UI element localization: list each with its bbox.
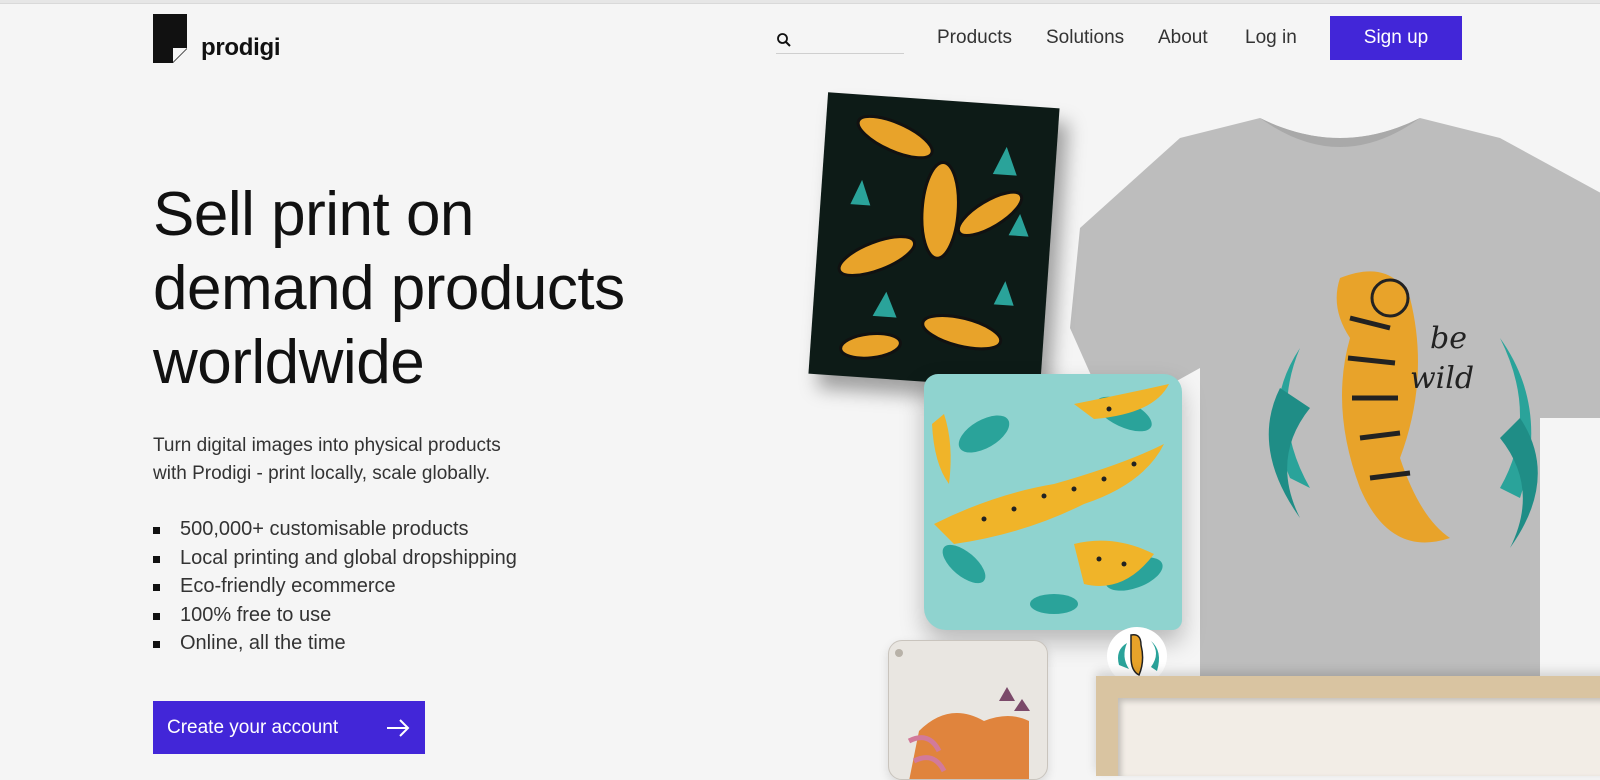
search-box[interactable] xyxy=(776,26,904,54)
create-account-button[interactable]: Create your account xyxy=(153,701,425,754)
prodigi-logo-mark-icon xyxy=(153,14,187,63)
hero-subtitle-line: with Prodigi - print locally, scale glob… xyxy=(153,463,491,484)
feature-item: 100% free to use xyxy=(153,601,517,630)
hero-title-line: Sell print on xyxy=(153,180,474,249)
brand-name: prodigi xyxy=(201,34,281,61)
feature-item: Eco-friendly ecommerce xyxy=(153,572,517,601)
poster-product-image xyxy=(808,92,1060,390)
hero-subtitle-line: Turn digital images into physical produc… xyxy=(153,435,501,456)
hero-title: Sell print on demand products worldwide xyxy=(153,178,713,400)
feature-item: Online, all the time xyxy=(153,629,517,658)
hero-subtitle: Turn digital images into physical produc… xyxy=(153,432,573,488)
search-icon[interactable] xyxy=(776,32,792,48)
feature-item: Local printing and global dropshipping xyxy=(153,544,517,573)
arrow-right-icon xyxy=(385,718,411,738)
prodigi-logo[interactable]: prodigi xyxy=(153,14,281,63)
svg-text:wild: wild xyxy=(1410,361,1474,396)
hero-title-line: demand products xyxy=(153,254,625,323)
framed-print-product-image xyxy=(1096,676,1600,776)
nav-about[interactable]: About xyxy=(1158,27,1208,49)
feature-list: 500,000+ customisable products Local pri… xyxy=(153,515,517,658)
nav-log-in[interactable]: Log in xyxy=(1245,27,1297,49)
feature-item: 500,000+ customisable products xyxy=(153,515,517,544)
tablet-case-product-image xyxy=(888,640,1048,780)
browser-top-edge xyxy=(0,0,1600,4)
search-input[interactable] xyxy=(800,31,900,48)
nav-products[interactable]: Products xyxy=(937,27,1012,49)
pillow-product-image xyxy=(924,374,1182,630)
nav-solutions[interactable]: Solutions xyxy=(1046,27,1124,49)
create-account-label: Create your account xyxy=(167,716,339,738)
sign-up-button[interactable]: Sign up xyxy=(1330,16,1462,60)
hero-title-line: worldwide xyxy=(153,328,425,397)
framed-print-inner xyxy=(1118,698,1600,776)
svg-text:be: be xyxy=(1430,321,1467,356)
